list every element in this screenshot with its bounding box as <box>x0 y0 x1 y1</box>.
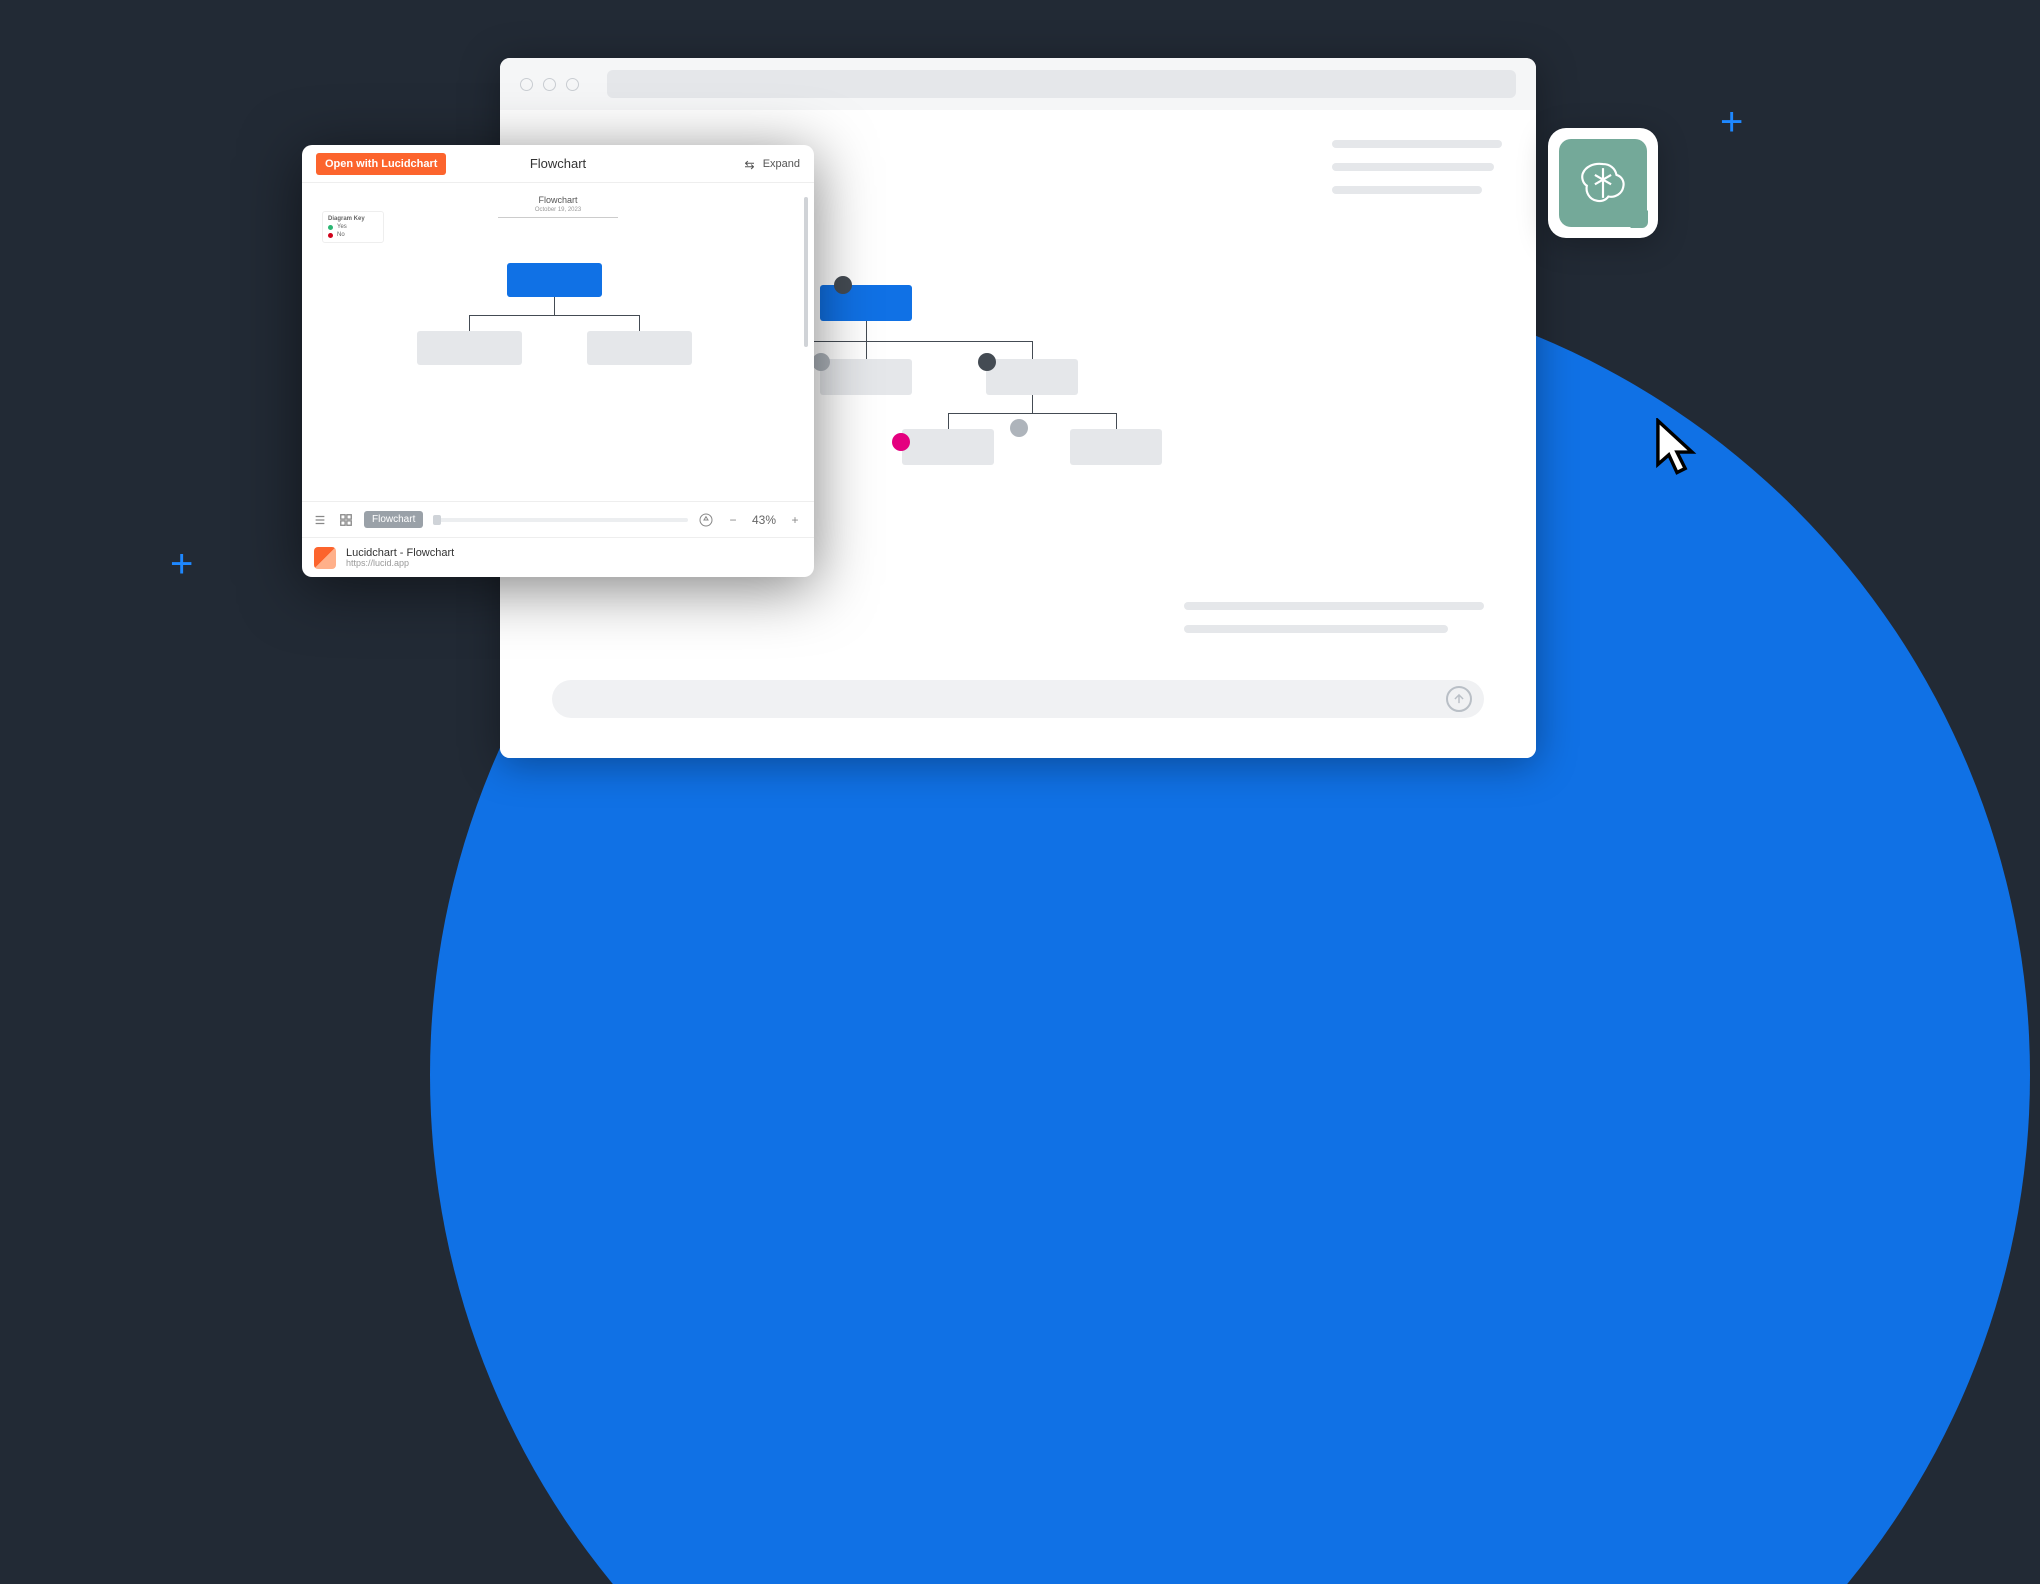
zoom-out-button[interactable]: − <box>724 513 742 527</box>
canvas-scrollbar[interactable] <box>804 193 808 491</box>
author-icon[interactable] <box>698 512 714 528</box>
flow-node[interactable] <box>902 429 994 465</box>
node-handle[interactable] <box>812 353 830 371</box>
expand-label[interactable]: Expand <box>763 158 800 170</box>
chatgpt-badge <box>1548 128 1658 238</box>
node-handle[interactable] <box>892 433 910 451</box>
chatgpt-logo-icon <box>1559 139 1647 227</box>
lucid-document-title: Flowchart <box>530 156 586 171</box>
send-button[interactable] <box>1446 686 1472 712</box>
app-url: https://lucid.app <box>346 559 454 569</box>
url-bar[interactable] <box>607 70 1516 98</box>
diagram-key-card: Diagram Key Yes No <box>322 211 384 243</box>
canvas-title-block: Flowchart October 19, 2023 <box>498 195 618 218</box>
lucid-footer: Lucidchart - Flowchart https://lucid.app <box>302 537 814 577</box>
list-view-icon[interactable] <box>312 512 328 528</box>
response-footer-skeleton <box>1184 602 1484 648</box>
app-name: Lucidchart - Flowchart <box>346 547 454 559</box>
zoom-in-button[interactable]: + <box>786 513 804 527</box>
window-control-zoom[interactable] <box>566 78 579 91</box>
flow-node[interactable] <box>1070 429 1162 465</box>
expand-icon[interactable]: ⇵ <box>742 159 756 167</box>
node-handle[interactable] <box>1010 419 1028 437</box>
plus-icon: + <box>1720 100 1743 145</box>
flow-node[interactable] <box>820 359 912 395</box>
cursor-icon <box>1655 418 1699 478</box>
chat-input[interactable] <box>552 680 1484 718</box>
flow-node[interactable] <box>986 359 1078 395</box>
window-control-minimize[interactable] <box>543 78 556 91</box>
node-handle[interactable] <box>834 276 852 294</box>
browser-chrome <box>500 58 1536 110</box>
node-handle[interactable] <box>978 353 996 371</box>
open-with-lucidchart-button[interactable]: Open with Lucidchart <box>316 153 446 175</box>
lucid-toolbar: Flowchart − 43% + <box>302 501 814 537</box>
lucid-canvas[interactable]: Flowchart October 19, 2023 Diagram Key Y… <box>302 183 814 501</box>
page-slider[interactable] <box>433 518 688 522</box>
plus-icon: + <box>170 542 193 587</box>
lucid-header: Open with Lucidchart Flowchart ⇵ Expand <box>302 145 814 183</box>
page-tab[interactable]: Flowchart <box>364 511 423 528</box>
response-text-skeleton <box>1332 140 1502 209</box>
flow-node-root[interactable] <box>820 285 912 321</box>
grid-view-icon[interactable] <box>338 512 354 528</box>
window-control-close[interactable] <box>520 78 533 91</box>
lucidchart-logo-icon <box>314 547 336 569</box>
zoom-level: 43% <box>752 513 776 527</box>
lucidchart-preview-window: Open with Lucidchart Flowchart ⇵ Expand … <box>302 145 814 577</box>
